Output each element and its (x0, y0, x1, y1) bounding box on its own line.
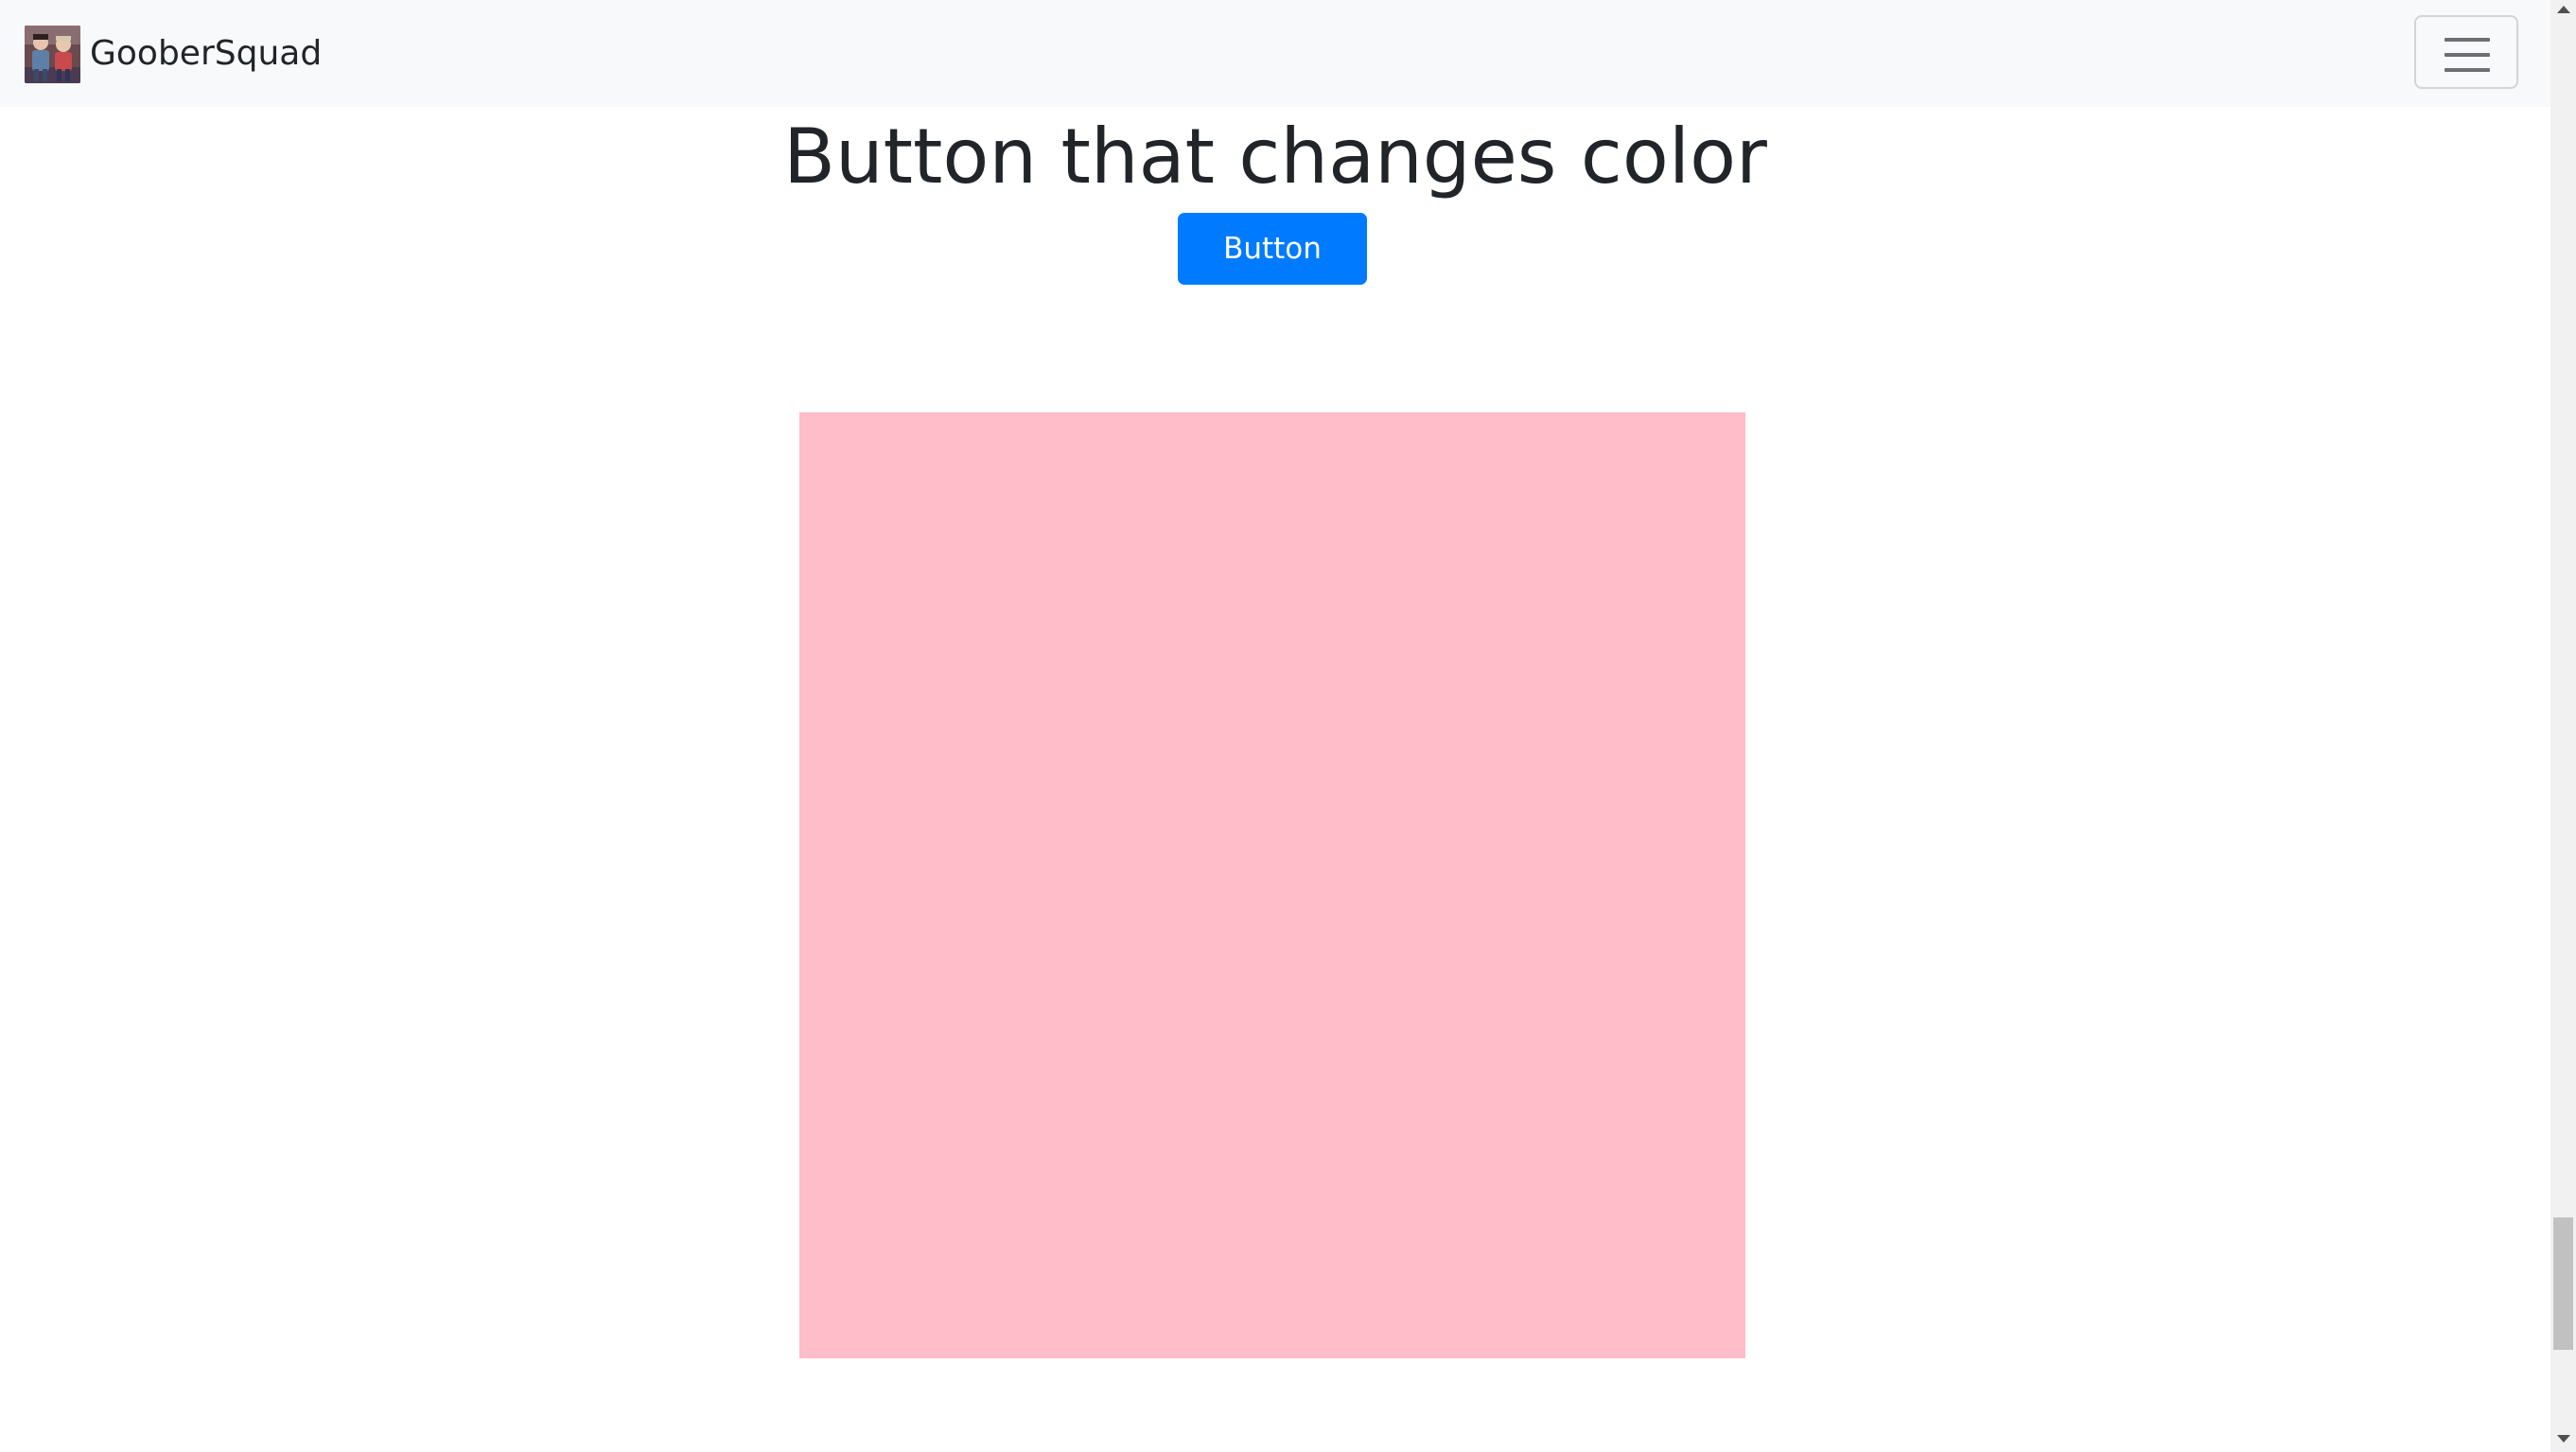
navbar: GooberSquad (0, 0, 2550, 107)
color-box (799, 412, 1745, 1358)
change-color-button[interactable]: Button (1178, 213, 1367, 285)
scroll-down-arrow-icon[interactable] (2557, 1435, 2570, 1443)
page-scrollbar[interactable] (2550, 0, 2576, 1452)
navbar-toggler-button[interactable] (2414, 15, 2518, 89)
brand-link[interactable]: GooberSquad (25, 25, 322, 83)
page-title: Button that changes color (783, 113, 1767, 201)
hamburger-menu-icon (2445, 38, 2490, 72)
scroll-up-arrow-icon[interactable] (2557, 6, 2570, 13)
brand-logo-image (25, 25, 80, 83)
brand-name: GooberSquad (90, 34, 323, 73)
scrollbar-thumb[interactable] (2553, 1217, 2573, 1350)
